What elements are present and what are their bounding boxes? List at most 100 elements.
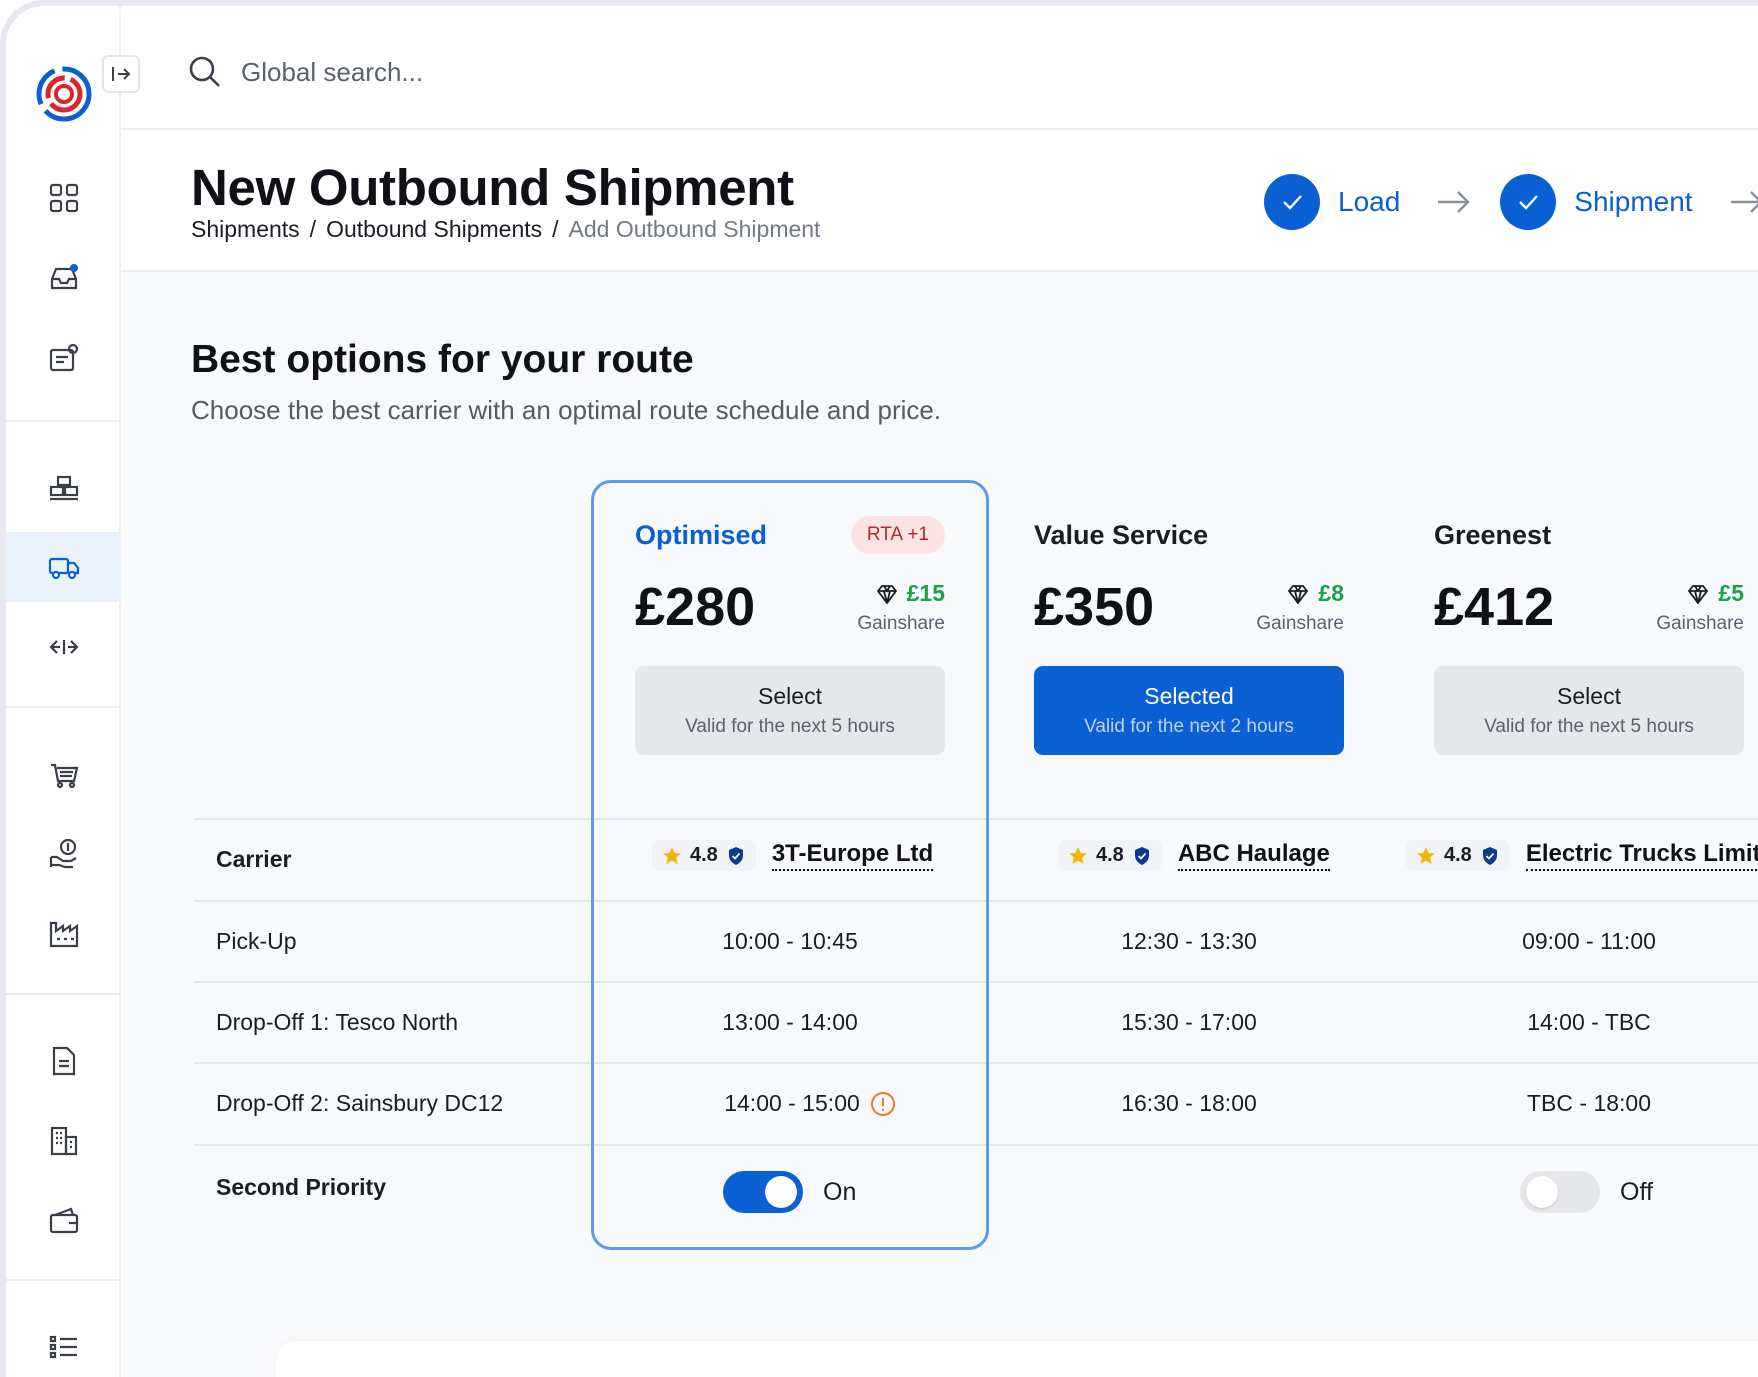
collapse-icon — [112, 67, 131, 81]
table-divider — [194, 818, 1758, 820]
warning-icon[interactable] — [870, 1091, 896, 1117]
gainshare: £5 Gainshare — [1624, 580, 1744, 635]
table-divider — [194, 981, 1758, 983]
gainshare-label: Gainshare — [857, 613, 945, 634]
global-search-input[interactable] — [241, 52, 741, 92]
validity-text: Valid for the next 5 hours — [685, 716, 895, 737]
breadcrumb-separator: / — [309, 216, 317, 242]
row-label-second-priority: Second Priority — [216, 1174, 386, 1200]
select-value-service-button[interactable]: Selected Valid for the next 2 hours — [1034, 666, 1344, 755]
rating-badge: 4.8 — [1406, 840, 1510, 871]
rating-badge: 4.8 — [1058, 840, 1162, 871]
progress-stepper: Load Shipment — [1264, 174, 1758, 230]
validity-text: Valid for the next 5 hours — [1484, 716, 1694, 737]
rta-badge: RTA +1 — [850, 516, 945, 554]
transfer-icon — [48, 640, 79, 654]
breadcrumb-shipments[interactable]: Shipments — [191, 216, 300, 243]
table-divider — [194, 1144, 1758, 1146]
nav-documents[interactable] — [6, 1026, 121, 1096]
rating-value: 4.8 — [690, 844, 718, 866]
step-shipment-check — [1500, 174, 1557, 230]
star-icon — [1417, 846, 1435, 864]
nav-factory[interactable] — [6, 899, 121, 969]
search-icon — [189, 56, 220, 87]
table-divider — [194, 900, 1758, 902]
carrier-name-link[interactable]: Electric Trucks Limited — [1525, 840, 1758, 871]
diamond-icon — [1688, 584, 1709, 604]
option-name: Optimised — [635, 520, 768, 550]
gainshare-value: £8 — [1318, 580, 1344, 606]
option-price: £280 — [635, 577, 756, 637]
check-icon — [1283, 195, 1302, 210]
step-load-label[interactable]: Load — [1338, 186, 1400, 218]
rating-badge: 4.8 — [652, 840, 756, 871]
dropoff-2-time: 14:00 - 15:00 — [724, 1090, 860, 1116]
app-logo[interactable] — [34, 64, 94, 124]
carrier-name-link[interactable]: ABC Haulage — [1177, 840, 1330, 871]
section-subtitle: Choose the best carrier with an optimal … — [191, 395, 942, 425]
arrow-right-icon — [1438, 191, 1470, 213]
building-icon — [50, 1126, 77, 1156]
gainshare-value: £15 — [906, 580, 945, 606]
option-name: Greenest — [1434, 520, 1552, 550]
dashboard-icon — [49, 183, 78, 213]
second-priority-toggle-greenest[interactable]: Off — [1520, 1171, 1653, 1213]
nav-buildings[interactable] — [6, 1106, 121, 1176]
truck-icon — [48, 557, 79, 580]
nav-inbox[interactable] — [6, 243, 121, 313]
option-price: £412 — [1434, 577, 1555, 637]
document-icon — [52, 1046, 75, 1076]
table-divider — [194, 1062, 1758, 1064]
breadcrumb-outbound-shipments[interactable]: Outbound Shipments — [326, 216, 542, 243]
star-icon — [663, 846, 681, 864]
pickup-time: 12:30 - 13:30 — [1121, 928, 1257, 954]
arrow-right-icon — [1730, 191, 1758, 213]
rating-value: 4.8 — [1444, 844, 1472, 866]
nav-list[interactable] — [6, 1312, 121, 1377]
check-icon — [1519, 195, 1539, 210]
nav-warehouse[interactable] — [6, 453, 121, 523]
sidebar — [6, 6, 121, 1377]
dropoff-1-time: 14:00 - TBC — [1527, 1009, 1651, 1035]
nav-dashboard[interactable] — [6, 163, 121, 233]
factory-icon — [49, 921, 78, 948]
select-greenest-button[interactable]: Select Valid for the next 5 hours — [1434, 666, 1744, 755]
option-price: £350 — [1034, 577, 1155, 637]
carrier-cell: 4.8 ABC Haulage — [1058, 840, 1330, 871]
step-shipment-label[interactable]: Shipment — [1574, 186, 1692, 218]
option-optimised: Optimised RTA +1 £280 £15 Gainshare Sele… — [635, 480, 945, 765]
toggle-switch[interactable] — [1520, 1171, 1600, 1213]
carrier-cell: 4.8 3T-Europe Ltd — [652, 840, 934, 871]
option-value-service: Value Service £350 £8 Gainshare Selected… — [1034, 480, 1344, 765]
toggle-label: Off — [1620, 1177, 1653, 1206]
page-title: New Outbound Shipment — [191, 159, 794, 216]
gainshare: £15 Gainshare — [825, 580, 945, 635]
nav-finance[interactable] — [6, 819, 121, 889]
second-priority-toggle-optimised[interactable]: On — [723, 1171, 856, 1213]
button-label: Select — [758, 683, 822, 709]
orders-icon — [49, 343, 78, 372]
verified-shield-icon — [728, 846, 743, 865]
nav-wallet[interactable] — [6, 1186, 121, 1256]
bottom-panel — [276, 1341, 1758, 1377]
cart-icon — [50, 763, 78, 789]
toggle-switch[interactable] — [723, 1171, 803, 1213]
row-label-dropoff-2: Drop-Off 2: Sainsbury DC12 — [216, 1090, 504, 1116]
nav-orders[interactable] — [6, 323, 121, 393]
breadcrumb-separator: / — [552, 216, 559, 242]
nav-transfers[interactable] — [6, 612, 121, 682]
carrier-name-link[interactable]: 3T-Europe Ltd — [771, 840, 934, 871]
verified-shield-icon — [1482, 846, 1497, 865]
nav-cart[interactable] — [6, 739, 121, 809]
diamond-icon — [1288, 584, 1309, 604]
gainshare: £8 Gainshare — [1224, 580, 1344, 635]
nav-shipments[interactable] — [6, 532, 121, 602]
sidebar-toggle-button[interactable] — [102, 55, 140, 93]
verified-shield-icon — [1134, 846, 1149, 865]
row-label-dropoff-1: Drop-Off 1: Tesco North — [216, 1009, 459, 1035]
select-optimised-button[interactable]: Select Valid for the next 5 hours — [635, 666, 945, 755]
wallet-icon — [49, 1207, 78, 1234]
rating-value: 4.8 — [1096, 844, 1124, 866]
toggle-label: On — [823, 1177, 857, 1206]
list-icon — [49, 1335, 77, 1359]
